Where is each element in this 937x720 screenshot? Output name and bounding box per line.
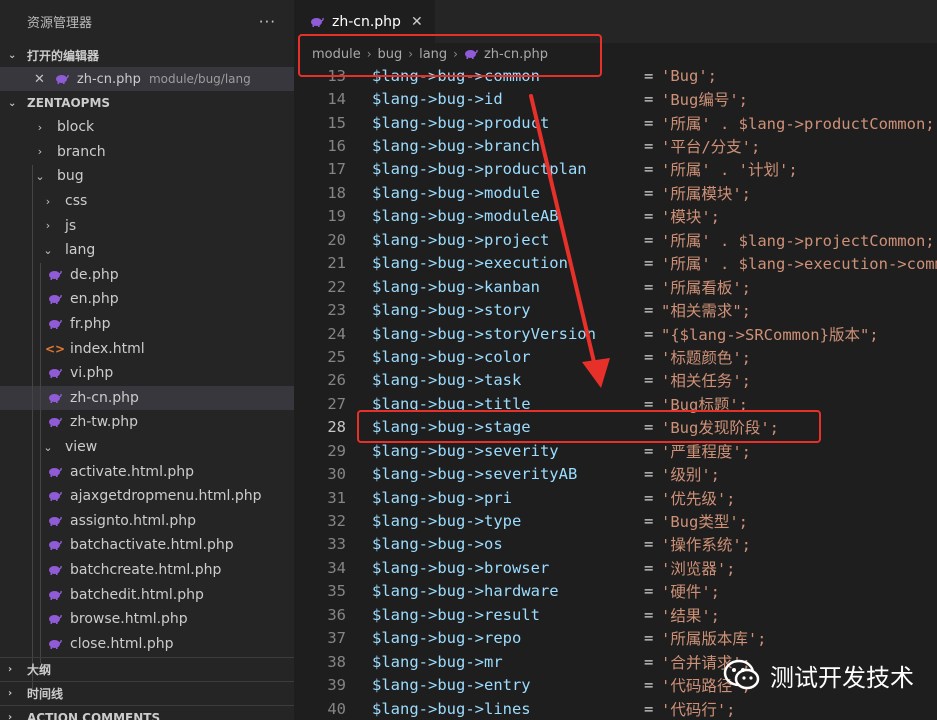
wechat-icon: [723, 659, 760, 690]
watermark: 测试开发技术: [722, 655, 914, 695]
watermark-text: 测试开发技术: [770, 663, 914, 692]
annotation-arrow: [529, 94, 610, 388]
